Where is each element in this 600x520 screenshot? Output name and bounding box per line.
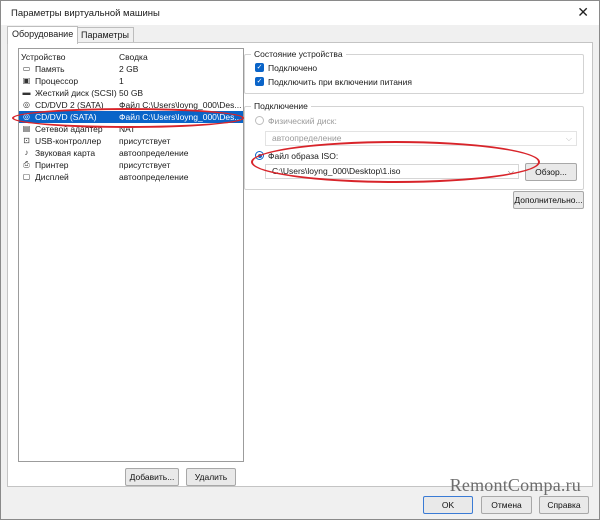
device-row[interactable]: ⎙ Принтер присутствует — [19, 159, 243, 171]
device-row[interactable]: ▤ Сетевой адаптер NAT — [19, 123, 243, 135]
watermark-text: RemontCompa.ru — [449, 475, 581, 495]
cd-dvd-icon: ◎ — [23, 112, 30, 121]
memory-icon: ▭ — [22, 64, 31, 73]
device-summary: автоопределение — [119, 172, 189, 182]
device-name: Дисплей — [35, 172, 69, 182]
device-summary: присутствует — [119, 160, 171, 170]
display-icon: ▢ — [22, 172, 31, 181]
device-name: Звуковая карта — [35, 148, 96, 158]
device-row[interactable]: ♪ Звуковая карта автоопределение — [19, 147, 243, 159]
column-header-device[interactable]: Устройство — [21, 51, 65, 63]
hardware-panel: Устройство Сводка ▭ Память 2 GB ▣ Процессор 1… — [7, 42, 593, 487]
remove-device-button[interactable]: Удалить — [186, 468, 236, 486]
device-row[interactable]: ⊡ USB-контроллер присутствует — [19, 135, 243, 147]
iso-path-select[interactable]: C:\Users\loyng_000\Desktop\1.iso ⌵ — [265, 164, 519, 179]
device-name: CD/DVD (SATA) — [35, 112, 97, 122]
cancel-button[interactable]: Отмена — [481, 496, 532, 514]
device-row[interactable]: ▣ Процессор 1 — [19, 75, 243, 87]
cpu-icon: ▣ — [22, 76, 31, 85]
device-status-title: Состояние устройства — [251, 49, 346, 59]
device-name: Жесткий диск (SCSI) — [35, 88, 117, 98]
connection-group: Подключение Физический диск: автоопредел… — [244, 101, 584, 190]
device-summary: Файл C:\Users\loyng_000\Des... — [119, 112, 242, 122]
physical-drive-select[interactable]: автоопределение ⌵ — [265, 131, 577, 146]
device-list-header: Устройство Сводка — [19, 51, 243, 63]
device-summary: присутствует — [119, 136, 171, 146]
device-summary: 1 — [119, 76, 124, 86]
add-device-button[interactable]: Добавить... — [125, 468, 179, 486]
physical-drive-label: Физический диск: — [268, 116, 337, 126]
connect-on-power-label: Подключить при включении питания — [268, 77, 412, 87]
iso-file-label: Файл образа ISO: — [268, 151, 339, 161]
chevron-down-icon: ⌵ — [507, 167, 514, 176]
hard-disk-icon: ▬ — [22, 88, 31, 97]
ok-button[interactable]: OK — [423, 496, 473, 514]
device-summary: автоопределение — [119, 148, 189, 158]
device-row[interactable]: ▭ Память 2 GB — [19, 63, 243, 75]
connect-on-power-checkbox[interactable]: ✓ — [255, 77, 264, 86]
cd-dvd-icon: ◎ — [23, 100, 30, 109]
physical-drive-radio[interactable] — [255, 116, 264, 125]
device-summary: 50 GB — [119, 88, 144, 98]
advanced-button[interactable]: Дополнительно... — [513, 191, 584, 209]
device-name: Память — [35, 64, 65, 74]
chevron-down-icon: ⌵ — [565, 134, 572, 143]
device-summary: Файл C:\Users\loyng_000\Des... — [119, 100, 242, 110]
device-list[interactable]: Устройство Сводка ▭ Память 2 GB ▣ Процессор 1… — [18, 48, 244, 462]
help-button[interactable]: Справка — [539, 496, 589, 514]
device-row[interactable]: ▬ Жесткий диск (SCSI) 50 GB — [19, 87, 243, 99]
connected-checkbox[interactable]: ✓ — [255, 63, 264, 72]
close-icon[interactable]: ✕ — [577, 4, 589, 21]
window-title: Параметры виртуальной машины — [11, 8, 160, 19]
device-name: Процессор — [35, 76, 79, 86]
iso-path-value: C:\Users\loyng_000\Desktop\1.iso — [272, 166, 401, 176]
column-header-summary[interactable]: Сводка — [119, 51, 243, 63]
device-name: CD/DVD 2 (SATA) — [35, 100, 104, 110]
device-name: Сетевой адаптер — [35, 124, 103, 134]
browse-button[interactable]: Обзор... — [525, 163, 577, 181]
device-row[interactable]: ▢ Дисплей автоопределение — [19, 171, 243, 183]
printer-icon: ⎙ — [23, 160, 30, 169]
connected-label: Подключено — [268, 63, 318, 73]
device-row[interactable]: ◎ CD/DVD 2 (SATA) Файл C:\Users\loyng_000\… — [19, 99, 243, 111]
physical-drive-value: автоопределение — [272, 133, 342, 143]
tab-hardware[interactable]: Оборудование — [7, 26, 79, 44]
tab-options[interactable]: Параметры — [76, 27, 134, 43]
iso-file-radio[interactable] — [255, 151, 264, 160]
connection-title: Подключение — [251, 101, 311, 111]
device-name: USB-контроллер — [35, 136, 102, 146]
title-bar: Параметры виртуальной машины ✕ — [1, 1, 599, 25]
device-summary: NAT — [119, 124, 136, 134]
device-row[interactable]: ◎ CD/DVD (SATA) Файл C:\Users\loyng_000\De… — [19, 111, 243, 123]
network-adapter-icon: ▤ — [22, 124, 31, 133]
device-name: Принтер — [35, 160, 69, 170]
device-summary: 2 GB — [119, 64, 139, 74]
device-status-group: Состояние устройства ✓ Подключено ✓ Подк… — [244, 49, 584, 94]
vm-settings-window: Параметры виртуальной машины ✕ Оборудова… — [0, 0, 600, 520]
sound-card-icon: ♪ — [24, 148, 29, 157]
usb-icon: ⊡ — [23, 136, 30, 145]
